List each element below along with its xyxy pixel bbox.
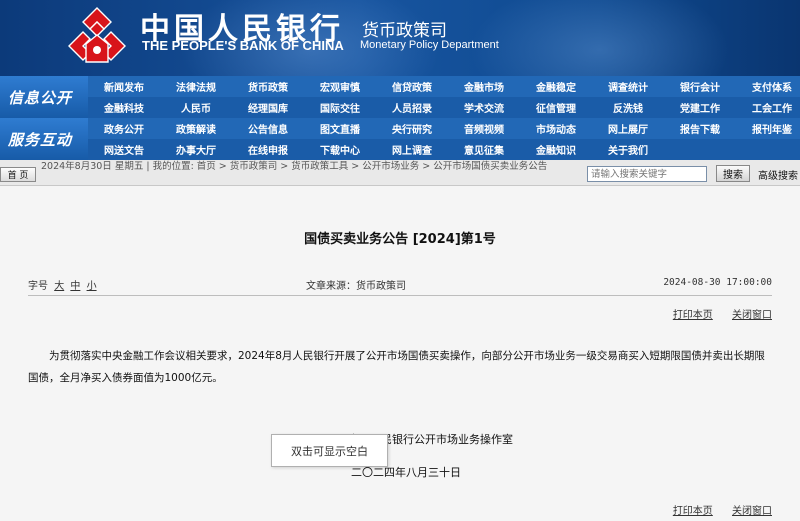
nav-link[interactable]: 金融稳定	[520, 76, 592, 97]
nav-link[interactable]: 报刊年鉴	[736, 118, 800, 139]
nav-section-info: 信息公开	[0, 76, 88, 118]
nav-link[interactable]: 人民币	[160, 97, 232, 118]
nav-link[interactable]: 金融知识	[520, 139, 592, 160]
nav-link[interactable]: 宏观审慎	[304, 76, 376, 97]
nav-link[interactable]: 关于我们	[592, 139, 664, 160]
article-tools-bottom: 打印本页 关闭窗口	[657, 502, 772, 517]
article-title: 国债买卖业务公告 [2024]第1号	[304, 232, 496, 247]
search-input[interactable]	[587, 166, 707, 182]
font-size-control: 字号 大 中 小	[28, 277, 97, 292]
print-page-link[interactable]: 打印本页	[673, 310, 713, 321]
nav-link[interactable]: 工会工作	[736, 97, 800, 118]
page: 中国人民银行 THE PEOPLE'S BANK OF CHINA 货币政策司 …	[0, 0, 800, 521]
nav-link[interactable]: 法律法规	[160, 76, 232, 97]
nav-link[interactable]: 信贷政策	[376, 76, 448, 97]
header-banner: 中国人民银行 THE PEOPLE'S BANK OF CHINA 货币政策司 …	[0, 0, 800, 76]
nav-link[interactable]: 意见征集	[448, 139, 520, 160]
nav-row-3: 政务公开 政策解读 公告信息 图文直播 央行研究 音频视频 市场动态 网上展厅 …	[88, 118, 800, 139]
tooltip: 双击可显示空白	[271, 434, 388, 467]
nav-link[interactable]: 网上展厅	[592, 118, 664, 139]
nav-link[interactable]: 征信管理	[520, 97, 592, 118]
font-size-medium[interactable]: 中	[70, 281, 80, 292]
nav-link[interactable]: 公告信息	[232, 118, 304, 139]
article-body: 为贯彻落实中央金融工作会议相关要求，2024年8月人民银行开展了公开市场国债买卖…	[28, 350, 765, 384]
font-size-small[interactable]: 小	[87, 281, 97, 292]
nav-link[interactable]: 经理国库	[232, 97, 304, 118]
nav-link[interactable]: 市场动态	[520, 118, 592, 139]
nav-link[interactable]: 办事大厅	[160, 139, 232, 160]
main-nav: 信息公开 服务互动 新闻发布 法律法规 货币政策 宏观审慎 信贷政策 金融市场 …	[0, 76, 800, 160]
close-window-link[interactable]: 关闭窗口	[732, 506, 772, 517]
nav-link[interactable]: 下载中心	[304, 139, 376, 160]
breadcrumb: 2024年8月30日 星期五 | 我的位置: 首页 > 货币政策司 > 货币政策…	[41, 161, 548, 172]
nav-link[interactable]: 金融科技	[88, 97, 160, 118]
department-name-cn: 货币政策司	[362, 21, 447, 41]
bank-name-en: THE PEOPLE'S BANK OF CHINA	[142, 38, 344, 53]
close-window-link[interactable]: 关闭窗口	[732, 310, 772, 321]
font-size-large[interactable]: 大	[54, 281, 64, 292]
nav-row-1: 新闻发布 法律法规 货币政策 宏观审慎 信贷政策 金融市场 金融稳定 调查统计 …	[88, 76, 800, 97]
nav-link[interactable]: 国际交往	[304, 97, 376, 118]
nav-link[interactable]: 货币政策	[232, 76, 304, 97]
nav-link[interactable]: 学术交流	[448, 97, 520, 118]
nav-link[interactable]: 在线申报	[232, 139, 304, 160]
nav-link[interactable]: 调查统计	[592, 76, 664, 97]
nav-row-2: 金融科技 人民币 经理国库 国际交往 人员招录 学术交流 征信管理 反洗钱 党建…	[88, 97, 800, 118]
nav-link[interactable]: 新闻发布	[88, 76, 160, 97]
print-page-link[interactable]: 打印本页	[673, 506, 713, 517]
home-button[interactable]: 首 页	[0, 167, 36, 182]
nav-link[interactable]: 人员招录	[376, 97, 448, 118]
nav-link[interactable]: 金融市场	[448, 76, 520, 97]
nav-link[interactable]: 反洗钱	[592, 97, 664, 118]
nav-link[interactable]: 政务公开	[88, 118, 160, 139]
nav-link[interactable]: 图文直播	[304, 118, 376, 139]
article-datetime: 2024-08-30 17:00:00	[663, 277, 772, 288]
article-source: 文章来源：货币政策司	[306, 281, 406, 292]
nav-link[interactable]: 央行研究	[376, 118, 448, 139]
advanced-search-link[interactable]: 高级搜索	[758, 167, 798, 182]
department-name-en: Monetary Policy Department	[360, 39, 499, 51]
nav-link[interactable]: 银行会计	[664, 76, 736, 97]
nav-link[interactable]: 网上调查	[376, 139, 448, 160]
article-tools-top: 打印本页 关闭窗口	[657, 306, 772, 321]
nav-link[interactable]: 报告下载	[664, 118, 736, 139]
article-meta: 字号 大 中 小 文章来源：货币政策司 2024-08-30 17:00:00	[28, 270, 772, 296]
nav-link[interactable]: 支付体系	[736, 76, 800, 97]
font-size-label: 字号	[28, 281, 48, 292]
nav-link[interactable]: 音频视频	[448, 118, 520, 139]
nav-link[interactable]: 网送文告	[88, 139, 160, 160]
nav-section-service: 服务互动	[0, 118, 88, 160]
pboc-logo-icon[interactable]	[66, 6, 128, 64]
breadcrumb-bar: 首 页 2024年8月30日 星期五 | 我的位置: 首页 > 货币政策司 > …	[0, 160, 800, 186]
nav-link[interactable]: 党建工作	[664, 97, 736, 118]
nav-link[interactable]: 政策解读	[160, 118, 232, 139]
search-button[interactable]: 搜索	[716, 165, 750, 182]
nav-row-4: 网送文告 办事大厅 在线申报 下载中心 网上调查 意见征集 金融知识 关于我们	[88, 139, 800, 160]
